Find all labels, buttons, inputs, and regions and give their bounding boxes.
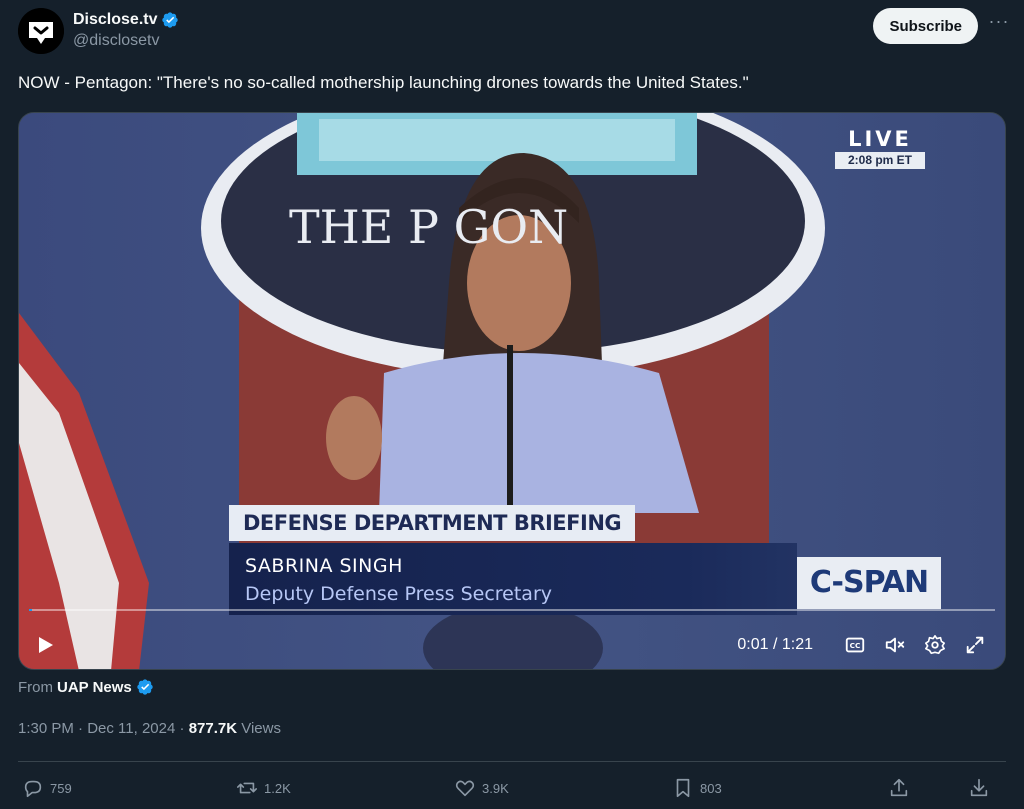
speaker-role: Deputy Defense Press Secretary: [245, 583, 552, 605]
fullscreen-icon[interactable]: [959, 629, 991, 661]
bookmark-icon: [676, 778, 690, 798]
verified-badge-icon: [161, 11, 179, 29]
svg-text:CC: CC: [850, 641, 861, 650]
share-icon: [890, 778, 908, 797]
views-label: Views: [241, 720, 281, 737]
subscribe-button[interactable]: Subscribe: [873, 8, 978, 44]
author-display-name[interactable]: Disclose.tv: [73, 10, 179, 30]
network-logo: C-SPAN: [797, 557, 941, 609]
video-player[interactable]: THE P GON LIVE 2:08 pm ET DEFENSE DEPART…: [18, 112, 1006, 670]
divider: [18, 761, 1006, 762]
heart-icon: [455, 780, 475, 797]
repost-button[interactable]: 1.2K: [236, 772, 291, 804]
source-prefix: From: [18, 678, 53, 696]
more-icon[interactable]: ···: [988, 12, 1010, 36]
reply-icon: [24, 780, 42, 798]
scrubber-progress: [29, 609, 32, 611]
play-icon[interactable]: [33, 633, 57, 657]
like-button[interactable]: 3.9K: [454, 772, 509, 804]
tweet-time[interactable]: 1:30 PM: [18, 720, 74, 737]
repost-count: 1.2K: [264, 780, 291, 796]
share-button[interactable]: [888, 772, 910, 804]
lower-third-title: DEFENSE DEPARTMENT BRIEFING: [229, 505, 636, 541]
lower-third-name-bar: SABRINA SINGH Deputy Defense Press Secre…: [229, 543, 797, 615]
verified-badge-icon: [136, 678, 154, 696]
video-scrubber[interactable]: [29, 609, 995, 611]
tweet-header: Disclose.tv @disclosetv Subscribe ···: [18, 8, 1010, 56]
author-handle[interactable]: @disclosetv: [73, 31, 179, 51]
action-bar: 759 1.2K 3.9K 803: [22, 772, 1010, 804]
video-controls: 0:01 / 1:21 CC: [737, 629, 991, 661]
author-info: Disclose.tv @disclosetv: [73, 10, 179, 51]
disclose-logo-icon: [18, 8, 64, 54]
download-button[interactable]: [968, 772, 990, 804]
reply-count: 759: [50, 780, 72, 796]
repost-icon: [237, 782, 257, 794]
source-name[interactable]: UAP News: [57, 679, 132, 696]
download-icon: [970, 778, 988, 797]
settings-gear-icon[interactable]: [919, 629, 951, 661]
author-name-text[interactable]: Disclose.tv: [73, 10, 157, 30]
bookmark-button[interactable]: 803: [672, 772, 722, 804]
speaker-name: SABRINA SINGH: [245, 555, 403, 577]
views-count: 877.7K: [188, 720, 238, 737]
live-time: 2:08 pm ET: [835, 152, 925, 169]
bookmark-count: 803: [700, 780, 722, 796]
mute-icon[interactable]: [879, 629, 911, 661]
live-badge: LIVE 2:08 pm ET: [835, 127, 925, 169]
tweet-meta: 1:30 PM · Dec 11, 2024 · 877.7K Views: [18, 720, 281, 737]
tweet-text: NOW - Pentagon: "There's no so-called mo…: [18, 73, 749, 92]
time-readout: 0:01 / 1:21: [737, 636, 813, 653]
backdrop-text: THE P GON: [289, 200, 568, 254]
source-attribution: From UAP News: [18, 678, 154, 696]
captions-icon[interactable]: CC: [839, 629, 871, 661]
avatar[interactable]: [18, 8, 64, 54]
reply-button[interactable]: 759: [22, 772, 72, 804]
tweet-date[interactable]: Dec 11, 2024: [87, 720, 175, 737]
live-label: LIVE: [848, 127, 912, 151]
like-count: 3.9K: [482, 780, 509, 796]
